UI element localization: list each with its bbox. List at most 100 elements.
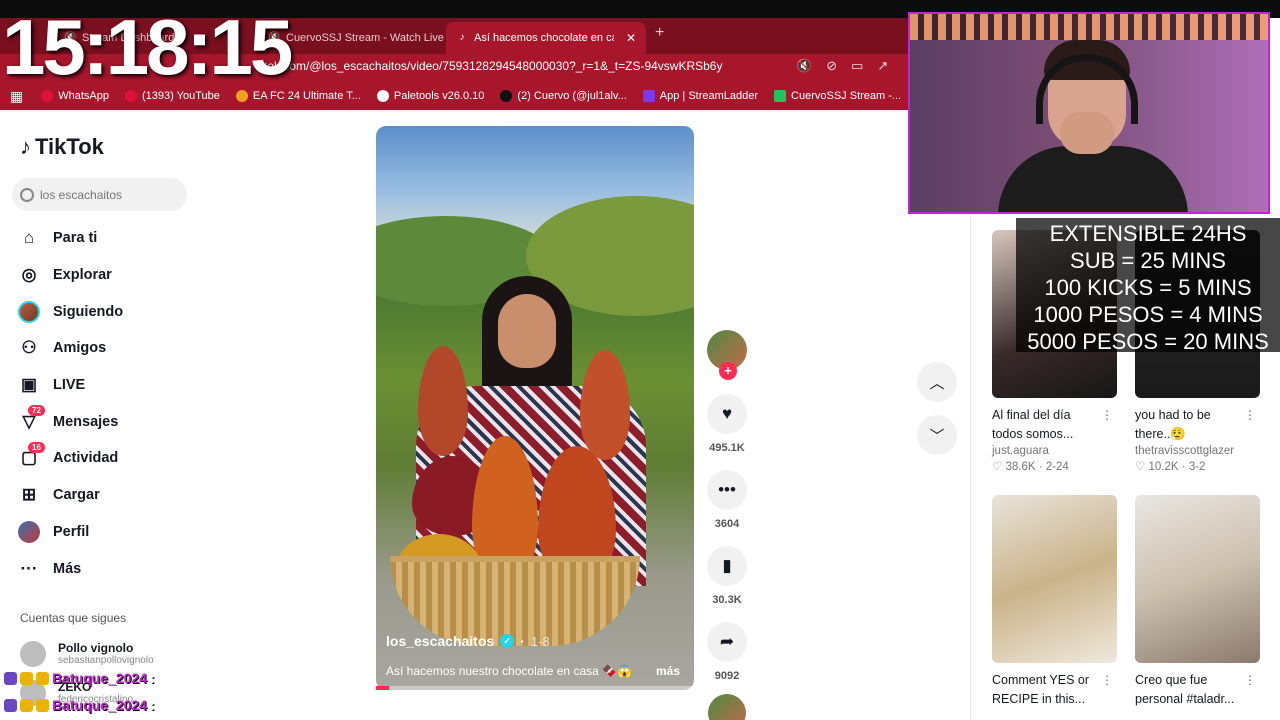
bookmark-streamladder[interactable]: App | StreamLadder: [642, 90, 759, 102]
creator-avatar[interactable]: +: [707, 330, 747, 380]
search-input[interactable]: [40, 187, 180, 202]
video-author[interactable]: los_escachaitos ✓ · 1-8: [386, 633, 550, 649]
video-progress-bar[interactable]: [376, 686, 694, 690]
chevron-up-icon: ︿: [929, 374, 945, 392]
comment-action[interactable]: ••• 3604: [707, 470, 747, 530]
card-stats: ♡ 10.2K · 3-2: [1135, 461, 1206, 473]
person-face: [498, 294, 556, 368]
badge-icon: [4, 698, 17, 712]
tab-tiktok-video[interactable]: ♪ Así hacemos chocolate en casa ✕: [446, 22, 646, 54]
bookmark-icon[interactable]: ▮: [707, 546, 747, 586]
next-video-button[interactable]: ﹀: [917, 415, 957, 455]
avatar: [20, 641, 46, 667]
nav-actividad[interactable]: ▢ 16 Actividad: [18, 440, 188, 477]
heart-icon[interactable]: ♥: [707, 394, 747, 434]
share-action[interactable]: ➦ 9092: [707, 622, 747, 682]
previous-video-button[interactable]: ︿: [917, 362, 957, 402]
main-nav: ⌂ Para ti ◎ Explorar Siguiendo ⚇ Amigos ▣ LI…: [18, 220, 188, 587]
nav-live[interactable]: ▣ LIVE: [18, 367, 188, 404]
tab-label: Así hacemos chocolate en casa: [474, 32, 614, 44]
nav-amigos[interactable]: ⚇ Amigos: [18, 330, 188, 367]
card-title: Creo que fue personal #taladr...: [1135, 673, 1235, 706]
badge-icon: [4, 671, 17, 685]
nav-label: Mensajes: [53, 413, 119, 430]
cast-icon[interactable]: ▭: [851, 58, 863, 74]
new-tab-button[interactable]: +: [655, 24, 664, 42]
bookmark-label: Paletools v26.0.10: [393, 90, 485, 102]
bookmark-label: (1393) YouTube: [141, 90, 220, 102]
url-text[interactable]: ktok.com/@los_escachaitos/video/75931282…: [258, 59, 722, 73]
nav-siguiendo[interactable]: Siguiendo: [18, 293, 188, 330]
comment-icon[interactable]: •••: [707, 470, 747, 510]
nav-label: Actividad: [53, 450, 119, 467]
bookmark-youtube[interactable]: (1393) YouTube: [124, 90, 220, 102]
nav-explorar[interactable]: ◎ Explorar: [18, 257, 188, 294]
video-player[interactable]: [376, 126, 694, 690]
suggested-video-card[interactable]: Creo que fue personal #taladr... ⋮: [1135, 495, 1260, 709]
background-shelf: [910, 14, 1268, 40]
video-actions: + ♥ 495.1K ••• 3604 ▮ 30.3K ➦ 9092: [706, 330, 748, 720]
caption-more-button[interactable]: más: [656, 664, 680, 678]
like-action[interactable]: ♥ 495.1K: [707, 394, 747, 454]
nav-label: Siguiendo: [53, 303, 124, 320]
tiktok-logo[interactable]: ♪ TikTok: [20, 134, 104, 160]
panel-divider: [970, 215, 971, 720]
nav-mensajes[interactable]: ▽ 72 Mensajes: [18, 403, 188, 440]
compass-icon: ◎: [21, 265, 37, 285]
more-vertical-icon[interactable]: ⋮: [1244, 408, 1256, 422]
card-likes: 10.2K: [1148, 461, 1179, 473]
whatsapp-icon: [41, 90, 54, 102]
screen: 🔇 Stream Dashboard 🔇 CuervoSSJ Stream - …: [0, 0, 1280, 720]
video-username[interactable]: los_escachaitos: [386, 633, 494, 649]
search-box[interactable]: [12, 178, 187, 211]
share-arrow-icon[interactable]: ➦: [707, 622, 747, 662]
separator-dot: ·: [520, 633, 525, 649]
music-disc[interactable]: [708, 694, 746, 720]
more-vertical-icon[interactable]: ⋮: [1101, 673, 1113, 687]
share-icon[interactable]: ↗: [877, 58, 888, 74]
card-user[interactable]: thetravisscottglazer: [1135, 445, 1260, 457]
account-name: Pollo vignolo: [58, 641, 134, 655]
home-icon: ⌂: [23, 228, 35, 248]
bookmark-label: EA FC 24 Ultimate T...: [252, 90, 361, 102]
nav-label: Más: [53, 560, 82, 577]
nav-perfil[interactable]: Perfil: [18, 514, 188, 551]
nav-para-ti[interactable]: ⌂ Para ti: [18, 220, 188, 257]
bookmark-label: App | StreamLadder: [659, 90, 759, 102]
card-user[interactable]: just.aguara: [992, 445, 1117, 457]
like-count: 495.1K: [709, 442, 745, 454]
nav-cargar[interactable]: ⊞ Cargar: [18, 477, 188, 514]
address-bar-icons: 🔇 ⊘ ▭ ↗: [796, 58, 888, 74]
chat-username: Batuque_2024: [52, 670, 147, 686]
bookmark-kick[interactable]: CuervoSSJ Stream -...: [774, 90, 901, 102]
nav-mas[interactable]: ··· Más: [18, 550, 188, 587]
bookmark-whatsapp[interactable]: WhatsApp: [41, 90, 109, 102]
card-title: Al final del día todos somos...: [992, 408, 1074, 441]
video-thumbnail[interactable]: [1135, 495, 1260, 663]
close-tab-icon[interactable]: ✕: [626, 31, 636, 45]
bookmark-eafc[interactable]: EA FC 24 Ultimate T...: [235, 90, 361, 102]
more-vertical-icon[interactable]: ⋮: [1244, 673, 1256, 687]
camera-off-icon[interactable]: ⊘: [826, 58, 837, 74]
kick-icon: [774, 90, 787, 102]
more-vertical-icon[interactable]: ⋮: [1101, 408, 1113, 422]
bookmark-paletools[interactable]: Paletools v26.0.10: [376, 90, 485, 102]
video-thumbnail[interactable]: [992, 495, 1117, 663]
profile-avatar: [18, 520, 40, 543]
follow-plus-icon[interactable]: +: [719, 362, 737, 380]
verified-icon: ✓: [500, 634, 515, 648]
mute-site-icon[interactable]: 🔇: [796, 58, 812, 74]
live-icon: ▣: [20, 375, 38, 395]
following-title: Cuentas que sigues: [20, 611, 127, 625]
following-account[interactable]: Pollo vignolo sebastianpollovignolo: [20, 641, 154, 667]
chat-separator: :: [149, 697, 155, 713]
save-action[interactable]: ▮ 30.3K: [707, 546, 747, 606]
suggested-video-card[interactable]: Comment YES or RECIPE in this... ⋮: [992, 495, 1117, 709]
badge-icon: [36, 671, 49, 685]
bookmark-cuervo-x[interactable]: (2) Cuervo (@jul1alv...: [500, 90, 627, 102]
promo-line: EXTENSIBLE 24HS: [1049, 221, 1247, 246]
youtube-icon: [124, 90, 137, 102]
promo-line: 5000 PESOS = 20 MINS: [1027, 329, 1269, 354]
video-caption: Así hacemos nuestro chocolate en casa 🍫😱: [386, 664, 633, 678]
chat-message: Batuque_2024 :: [4, 670, 155, 686]
